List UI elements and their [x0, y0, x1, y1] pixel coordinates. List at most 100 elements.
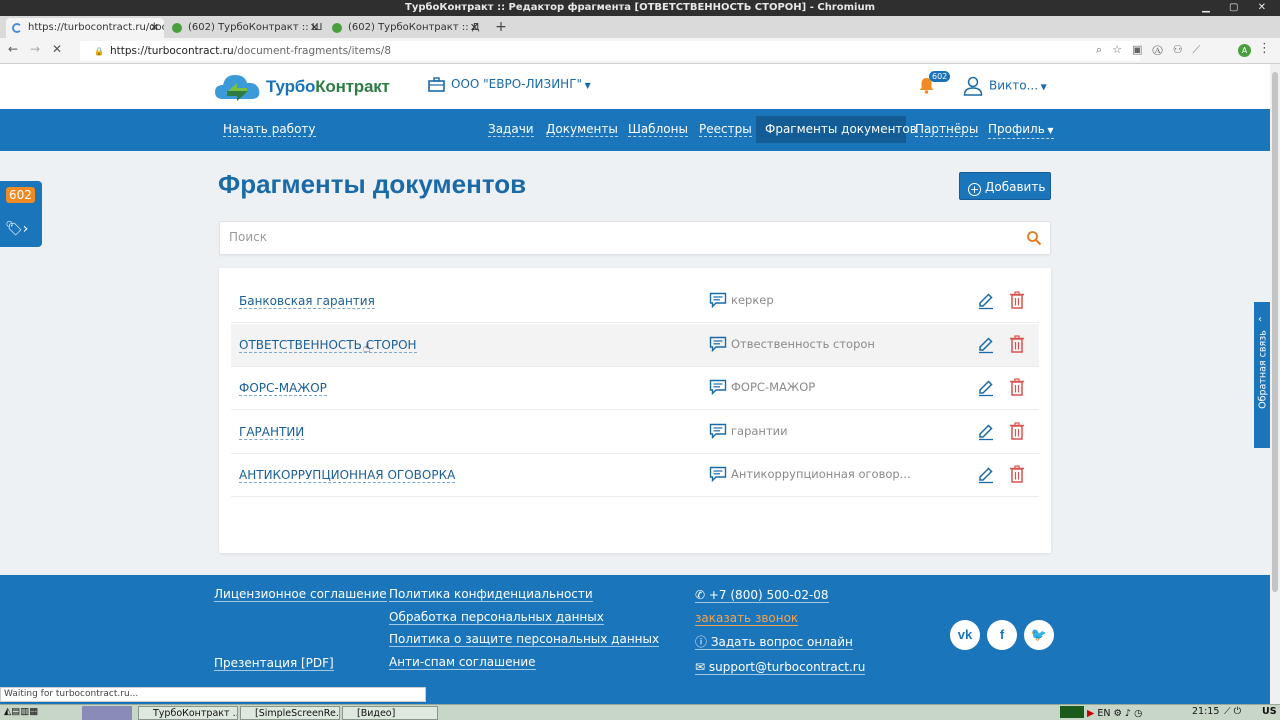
nav-profile-label: Профиль — [988, 122, 1045, 136]
search-input[interactable] — [229, 230, 1009, 244]
forward-icon[interactable]: → — [30, 42, 40, 56]
feedback-label: Обратная связь — [1257, 330, 1269, 409]
nav-documents[interactable]: Документы — [546, 122, 618, 137]
edit-icon[interactable] — [977, 466, 995, 488]
tab-3[interactable]: (602) ТурбоКонтракт :: Д ✕ — [326, 18, 484, 38]
back-icon[interactable]: ← — [8, 42, 18, 56]
edit-icon[interactable] — [977, 336, 995, 358]
delete-icon[interactable] — [1009, 334, 1025, 357]
add-button[interactable]: + Добавить — [959, 172, 1051, 200]
window-titlebar: ТурбоКонтракт :: Редактор фрагмента [ОТВ… — [0, 0, 1280, 16]
list-item[interactable]: ГАРАНТИИ гарантии — [231, 411, 1039, 454]
nav-start[interactable]: Начать работу — [223, 122, 316, 137]
footer-antispam-link[interactable]: Анти-спам соглашение — [389, 655, 536, 670]
logo-text-part1: Турбо — [266, 77, 316, 96]
side-counter: 602 — [6, 187, 35, 203]
nav-templates[interactable]: Шаблоны — [628, 122, 688, 137]
footer-data-protection-link[interactable]: Политика о защите персональных данных — [389, 632, 660, 647]
tab-2[interactable]: (602) ТурбоКонтракт :: Ш ✕ — [166, 18, 324, 38]
flag-icon[interactable]: ▶ — [1087, 708, 1094, 719]
menu-icon[interactable]: ⋮ — [1258, 41, 1271, 56]
delete-icon[interactable] — [1009, 291, 1025, 313]
add-button-label: Добавить — [985, 180, 1046, 194]
favicon-icon — [332, 23, 342, 33]
list-item[interactable]: АНТИКОРРУПЦИОННАЯ ОГОВОРКА Антикоррупцион… — [231, 454, 1039, 497]
edit-icon[interactable] — [977, 292, 995, 314]
comment-icon — [709, 423, 731, 439]
email-link[interactable]: ✉ support@turbocontract.ru — [695, 660, 866, 675]
chevron-down-icon: ▼ — [1038, 82, 1047, 92]
stop-icon[interactable]: ✕ — [52, 42, 62, 56]
footer-privacy-link[interactable]: Политика конфиденциальности — [389, 587, 593, 602]
ask-online-label: Задать вопрос онлайн — [710, 635, 853, 649]
organization-selector[interactable]: ООО "ЕВРО-ЛИЗИНГ" ▼ — [428, 77, 591, 92]
logo-text-part2: Контракт — [315, 77, 390, 96]
taskbar: ◭▤▥▦ ТурбоКонтракт ... [SimpleScreenRe..… — [0, 704, 1280, 720]
tray-extra-icons[interactable]: ⟋ ⏻ — [1224, 706, 1241, 717]
profile-avatar[interactable]: A — [1238, 44, 1251, 57]
lock-icon: 🔒 — [94, 47, 104, 56]
nav-registries[interactable]: Реестры — [699, 122, 752, 137]
fragment-name-link[interactable]: АНТИКОРРУПЦИОННАЯ ОГОВОРКА — [239, 468, 456, 483]
list-item[interactable]: ОТВЕТСТВЕННОСТЬ СТОРОН Отвественность сто… — [231, 323, 1039, 367]
tab-label: (602) ТурбоКонтракт :: Д — [348, 22, 480, 33]
delete-icon[interactable] — [1009, 378, 1025, 400]
new-tab-button[interactable]: + — [492, 16, 510, 38]
close-tab-icon[interactable]: ✕ — [470, 18, 479, 38]
start-icon[interactable]: ◭▤▥▦ — [4, 706, 38, 717]
footer-license-link[interactable]: Лицензионное соглашение — [214, 587, 387, 602]
taskbar-item-video[interactable]: [Видео] — [342, 706, 438, 720]
window-controls[interactable]: ▁ ▢ ✕ — [1202, 0, 1274, 16]
search-box — [219, 221, 1051, 255]
fragment-name-link[interactable]: ФОРС-МАЖОР — [239, 381, 327, 396]
fragment-description-text: Отвественность сторон — [731, 336, 875, 351]
nav-fragments[interactable]: Фрагменты документов — [765, 122, 917, 136]
page-title: Фрагменты документов — [218, 169, 527, 199]
workspace-pager[interactable] — [82, 706, 132, 720]
favicon-icon — [172, 23, 182, 33]
side-panel-toggle[interactable]: 602 🏷› — [0, 181, 42, 247]
ask-online-link[interactable]: ⓘ Задать вопрос онлайн — [695, 635, 853, 650]
edit-icon[interactable] — [977, 379, 995, 401]
taskbar-item-recorder[interactable]: [SimpleScreenRe... — [240, 706, 340, 720]
tray-icons[interactable]: ⚙ ♪ ◷ — [1114, 708, 1143, 719]
fragment-name-link[interactable]: Банковская гарантия — [239, 294, 375, 309]
search-icon[interactable] — [1026, 230, 1042, 246]
fragment-name-link[interactable]: ОТВЕТСТВЕННОСТЬ СТОРОН — [239, 338, 417, 353]
url-host: https://turbocontract.ru — [109, 45, 234, 57]
close-tab-icon[interactable]: ✕ — [150, 18, 159, 38]
taskbar-item-browser[interactable]: ТурбоКонтракт ... — [138, 706, 238, 720]
close-tab-icon[interactable]: ✕ — [310, 18, 319, 38]
extension-icons[interactable]: ⌕☆▣Ⓐ⚇⟋ — [1096, 43, 1210, 57]
scrollbar-thumb[interactable] — [1272, 72, 1278, 592]
logo[interactable]: ТурбоКонтракт — [213, 69, 393, 107]
keyboard-layout[interactable]: US — [1262, 706, 1277, 717]
keyboard-lang[interactable]: EN — [1097, 708, 1110, 719]
user-menu[interactable]: Викто... ▼ — [963, 76, 1047, 96]
twitter-icon[interactable]: 🐦 — [1024, 620, 1054, 650]
feedback-tab[interactable]: ‹ Обратная связь — [1254, 302, 1270, 448]
edit-icon[interactable] — [977, 423, 995, 445]
facebook-icon[interactable]: f — [987, 620, 1017, 650]
nav-tasks[interactable]: Задачи — [488, 122, 534, 137]
fragment-description: Антикоррупционная оговор... — [709, 466, 911, 483]
delete-icon[interactable] — [1009, 465, 1025, 487]
list-item[interactable]: Банковская гарантия керкер — [231, 280, 1039, 323]
fragment-description: Отвественность сторон — [709, 336, 875, 352]
delete-icon[interactable] — [1009, 421, 1025, 444]
footer-personal-data-link[interactable]: Обработка персональных данных — [389, 610, 604, 625]
notification-badge: 602 — [929, 71, 951, 82]
tab-label: (602) ТурбоКонтракт :: Ш — [188, 22, 323, 33]
nav-profile[interactable]: Профиль ▼ — [988, 122, 1054, 139]
tab-1[interactable]: https://turbocontract.ru/doc ✕ — [6, 18, 164, 38]
tags-icon: 🏷› — [5, 221, 29, 237]
url-input[interactable]: 🔒 https://turbocontract.ru/document-fragm… — [80, 41, 1140, 61]
nav-partners[interactable]: Партнёры — [915, 122, 979, 137]
list-item[interactable]: ФОРС-МАЖОР ФОРС-МАЖОР — [231, 367, 1039, 410]
fragment-name-link[interactable]: ГАРАНТИИ — [239, 425, 305, 440]
phone-icon: ✆ — [695, 588, 709, 602]
footer-presentation-link[interactable]: Презентация [PDF] — [214, 656, 334, 671]
callback-link[interactable]: заказать звонок — [695, 611, 799, 626]
vk-icon[interactable]: vk — [950, 620, 980, 650]
footer-phone-link[interactable]: ✆ +7 (800) 500-02-08 — [695, 588, 829, 603]
